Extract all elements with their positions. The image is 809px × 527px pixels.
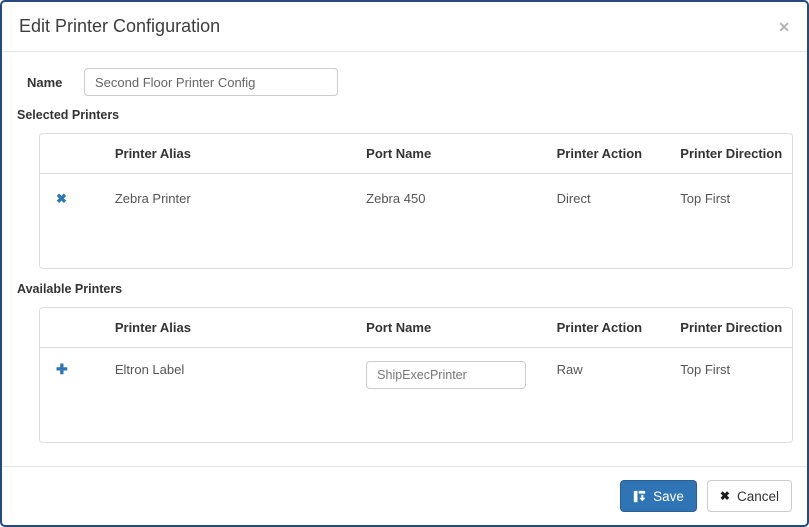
name-field-row: Name	[27, 68, 792, 96]
printer-action-cell: Direct	[556, 191, 591, 206]
printer-alias-column-header: Printer Alias	[114, 320, 191, 335]
selected-printers-header-row: Printer Alias Port Name Printer Action P…	[40, 134, 792, 174]
available-printers-label: Available Printers	[17, 282, 123, 296]
available-printers-header-row: Printer Alias Port Name Printer Action P…	[40, 308, 792, 348]
printer-alias-column-header: Printer Alias	[114, 146, 191, 161]
printer-alias-cell: Eltron Label	[114, 362, 185, 377]
name-label: Name	[27, 74, 63, 90]
cancel-x-icon: ✖	[719, 489, 730, 503]
printer-action-column-header: Printer Action	[556, 146, 643, 161]
dialog-body: Name Selected Printers Printer Alias Por…	[2, 52, 807, 466]
printer-direction-column-header: Printer Direction	[680, 320, 783, 335]
name-input[interactable]	[84, 68, 338, 96]
dialog-header: Edit Printer Configuration ✕	[2, 2, 807, 52]
add-printer-icon[interactable]: ✚	[56, 361, 68, 377]
close-icon[interactable]: ✕	[778, 20, 790, 34]
selected-printer-row: ✖ Zebra Printer Zebra 450 Direct Top Fir…	[40, 174, 792, 206]
port-name-cell: Zebra 450	[366, 191, 426, 206]
save-button-label: Save	[653, 488, 684, 504]
port-name-input[interactable]	[366, 361, 527, 389]
printer-action-column-header: Printer Action	[556, 320, 643, 335]
cancel-button-label: Cancel	[736, 488, 779, 504]
remove-printer-icon[interactable]: ✖	[56, 191, 67, 206]
printer-action-cell: Raw	[556, 362, 583, 377]
port-name-column-header: Port Name	[366, 146, 432, 161]
save-button[interactable]: Save	[620, 480, 697, 512]
edit-printer-configuration-dialog: Edit Printer Configuration ✕ Name Select…	[0, 0, 809, 527]
dialog-title: Edit Printer Configuration	[19, 16, 221, 36]
available-printers-table: Printer Alias Port Name Printer Action P…	[39, 307, 793, 443]
available-printer-row: ✚ Eltron Label Raw Top First	[40, 348, 792, 389]
port-name-column-header: Port Name	[366, 320, 432, 335]
save-icon	[633, 490, 646, 502]
dialog-footer: Save ✖ Cancel	[2, 466, 807, 525]
cancel-button[interactable]: ✖ Cancel	[706, 480, 792, 512]
printer-direction-cell: Top First	[680, 362, 731, 377]
printer-alias-cell: Zebra Printer	[114, 191, 191, 206]
printer-direction-cell: Top First	[680, 191, 731, 206]
selected-printers-label: Selected Printers	[17, 108, 120, 122]
printer-direction-column-header: Printer Direction	[680, 146, 783, 161]
selected-printers-table: Printer Alias Port Name Printer Action P…	[39, 133, 793, 269]
